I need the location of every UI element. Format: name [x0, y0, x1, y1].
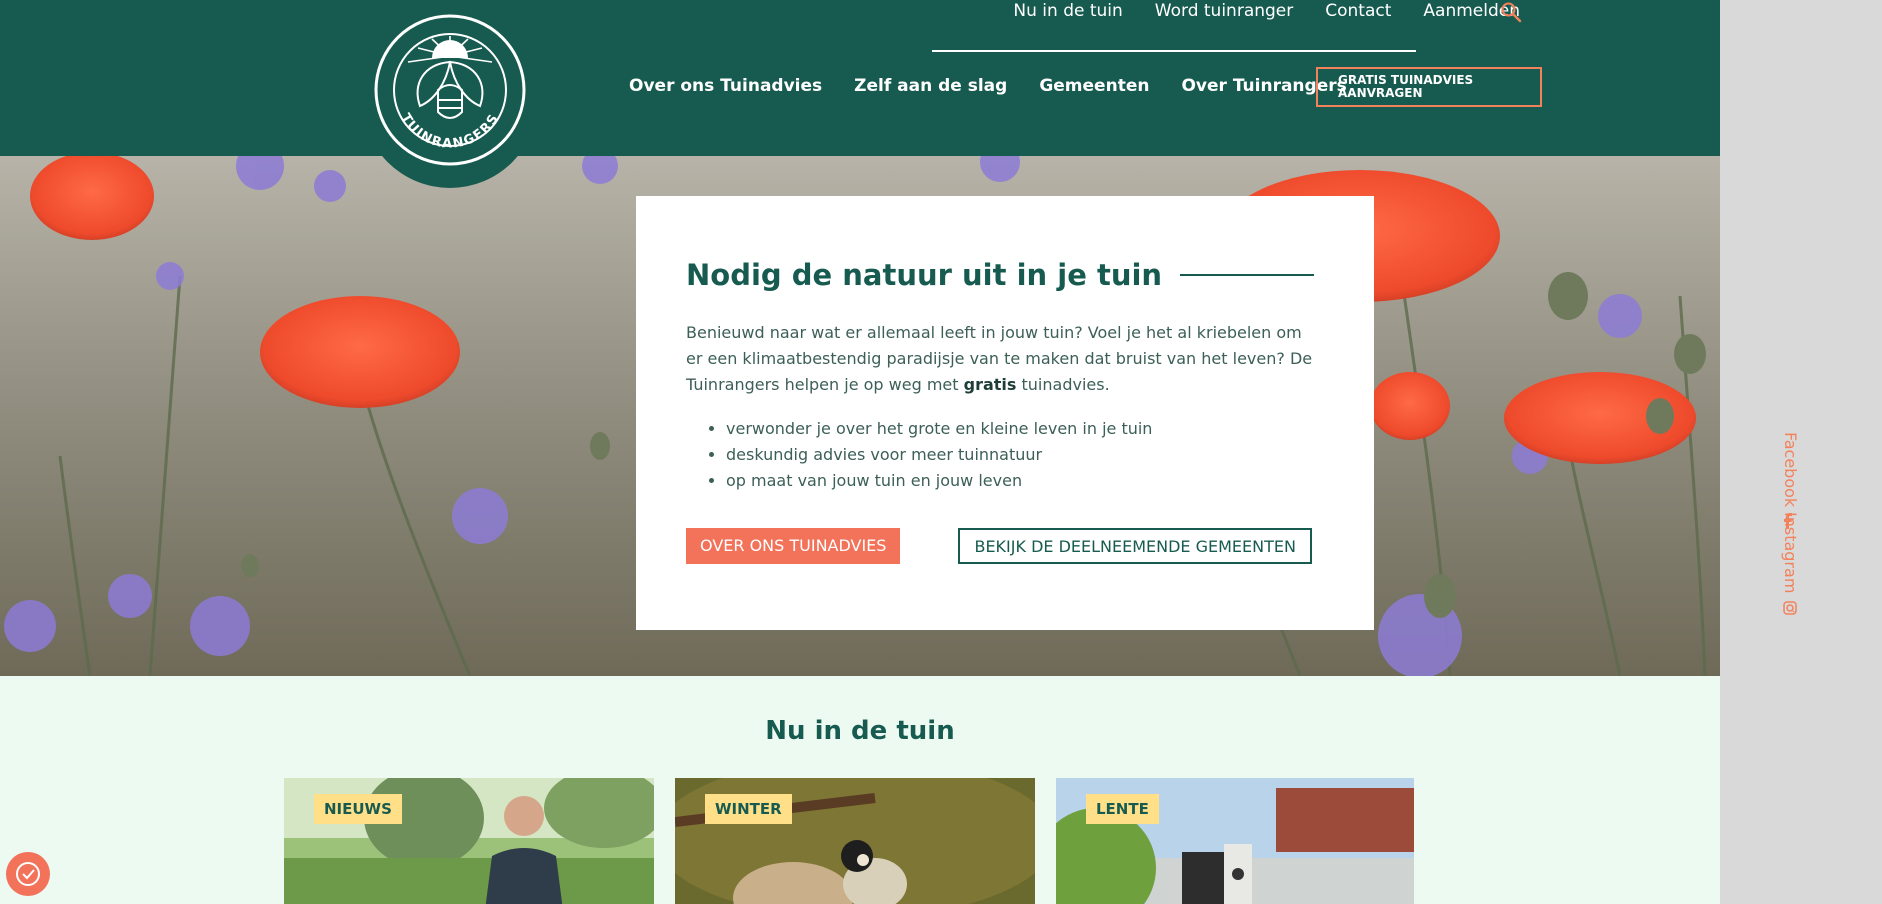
hero-intro-text: Benieuwd naar wat er allemaal leeft in j… [686, 320, 1314, 398]
about-advice-button[interactable]: OVER ONS TUINADVIES [686, 528, 901, 564]
view-municipalities-button[interactable]: BEKIJK DE DEELNEEMENDE GEMEENTEN [958, 528, 1312, 564]
card-tag-lente: LENTE [1086, 794, 1159, 824]
hero-card: Nodig de natuur uit in je tuin Benieuwd … [636, 196, 1374, 630]
hero-intro-bold: gratis [963, 375, 1017, 394]
search-icon[interactable] [1500, 1, 1522, 23]
news-card-lente[interactable]: LENTE [1056, 778, 1414, 904]
hero-intro-part-2: tuinadvies. [1016, 375, 1110, 394]
nav-gemeenten[interactable]: Gemeenten [1039, 76, 1149, 96]
site-content: Nu in de tuin Word tuinranger Contact Aa… [0, 0, 1720, 904]
nav-zelf-aan-de-slag[interactable]: Zelf aan de slag [854, 76, 1007, 96]
instagram-label: Instagram [1781, 512, 1800, 594]
hero-section: Nodig de natuur uit in je tuin Benieuwd … [0, 156, 1720, 676]
cookie-settings-icon [16, 862, 40, 886]
top-nav-divider [932, 50, 1416, 52]
logo-emblem: TUINRANGERS [374, 14, 526, 166]
instagram-link[interactable]: Instagram [1781, 512, 1800, 616]
card-tag-nieuws: NIEUWS [314, 794, 402, 824]
hero-bullet-list: verwonder je over het grote en kleine le… [726, 416, 1314, 494]
facebook-label: Facebook [1781, 432, 1800, 508]
hero-buttons: OVER ONS TUINADVIES BEKIJK DE DEELNEEMEN… [686, 528, 1314, 564]
top-navigation: Nu in de tuin Word tuinranger Contact Aa… [1013, 0, 1520, 22]
site-header: Nu in de tuin Word tuinranger Contact Aa… [0, 0, 1720, 156]
top-nav-word-tuinranger[interactable]: Word tuinranger [1155, 1, 1293, 21]
social-links: Facebook Instagram [1776, 432, 1826, 616]
hero-title-row: Nodig de natuur uit in je tuin [686, 258, 1314, 292]
top-nav-contact[interactable]: Contact [1325, 1, 1391, 21]
news-section-title: Nu in de tuin [765, 716, 955, 746]
hero-title: Nodig de natuur uit in je tuin [686, 258, 1163, 292]
hero-title-rule [1180, 274, 1314, 276]
nav-over-ons-tuinadvies[interactable]: Over ons Tuinadvies [629, 76, 822, 96]
news-card-winter[interactable]: WINTER [675, 778, 1035, 904]
hero-bullet: verwonder je over het grote en kleine le… [726, 416, 1314, 442]
request-advice-button[interactable]: GRATIS TUINADVIES AANVRAGEN [1316, 67, 1542, 107]
instagram-icon [1783, 601, 1798, 616]
tuinrangers-logo[interactable]: TUINRANGERS [362, 0, 538, 188]
hero-bullet: deskundig advies voor meer tuinnatuur [726, 442, 1314, 468]
news-card-nieuws[interactable]: NIEUWS [284, 778, 654, 904]
top-nav-nu-in-de-tuin[interactable]: Nu in de tuin [1013, 1, 1122, 21]
main-navigation: Over ons Tuinadvies Zelf aan de slag Gem… [629, 76, 1347, 96]
hero-bullet: op maat van jouw tuin en jouw leven [726, 468, 1314, 494]
cookie-settings-button[interactable] [6, 852, 50, 896]
card-tag-winter: WINTER [705, 794, 792, 824]
